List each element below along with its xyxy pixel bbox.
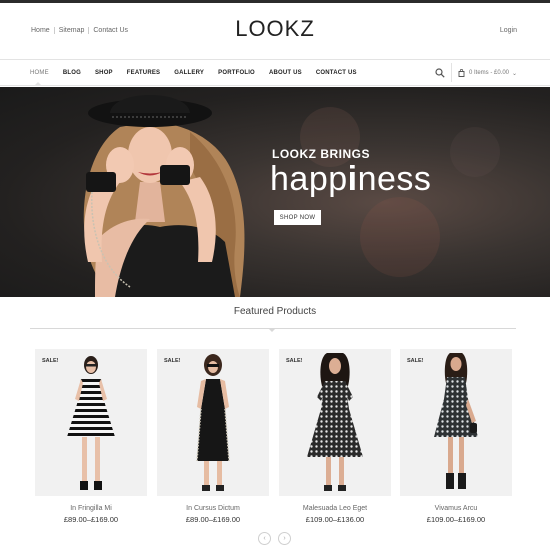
shopping-bag-icon <box>458 69 465 77</box>
main-nav: HOME BLOG SHOP FEATURES GALLERY PORTFOLI… <box>30 60 371 86</box>
product-card[interactable]: SALE! Malesuada Leo Eget £109.00–£136.00 <box>279 349 391 524</box>
sale-badge: SALE! <box>42 358 59 364</box>
carousel-next-button[interactable]: › <box>278 532 291 545</box>
site-logo[interactable]: LOOKZ <box>0 16 550 42</box>
product-card[interactable]: SALE! In Cursus Dictum £89.00–£169.00 <box>157 349 269 524</box>
nav-item-contact[interactable]: CONTACT US <box>316 70 357 76</box>
hero-subtitle: LOOKZ BRINGS <box>272 147 370 161</box>
chevron-right-icon: › <box>283 535 286 542</box>
product-photo-black-dress <box>196 354 230 491</box>
product-card[interactable]: SALE! Vivamus Arcu £109.00–£169.00 <box>400 349 512 524</box>
product-photo-floral-dress <box>434 353 478 489</box>
nav-item-features[interactable]: FEATURES <box>127 70 161 76</box>
product-photo-floral-dress <box>307 353 363 491</box>
hero-banner: LOOKZ BRINGS happiness SHOP NOW <box>0 87 550 297</box>
nav-item-shop[interactable]: SHOP <box>95 70 113 76</box>
product-price: £109.00–£169.00 <box>426 515 486 524</box>
carousel-prev-button[interactable]: ‹ <box>258 532 271 545</box>
nav-item-blog[interactable]: BLOG <box>63 70 81 76</box>
chevron-left-icon: ‹ <box>263 535 266 542</box>
product-name[interactable]: In Cursus Dictum <box>157 505 269 512</box>
product-image[interactable]: SALE! <box>400 349 512 496</box>
chevron-down-icon: ⌄ <box>512 70 518 77</box>
nav-item-about[interactable]: ABOUT US <box>269 70 302 76</box>
product-price: £89.00–£169.00 <box>185 515 241 524</box>
sale-badge: SALE! <box>407 358 424 364</box>
hero-title-part: i <box>347 160 358 198</box>
nav-separator <box>451 63 452 82</box>
featured-products-heading: Featured Products <box>233 306 317 317</box>
hero-model-image <box>83 95 245 297</box>
cart-label: 0 Items - £0.00 <box>469 70 510 76</box>
site-header: Home Sitemap Contact Us LOOKZ Login <box>0 3 550 59</box>
nav-item-home[interactable]: HOME <box>30 70 49 76</box>
shop-now-button[interactable]: SHOP NOW <box>274 210 321 225</box>
product-image[interactable]: SALE! <box>157 349 269 496</box>
bokeh-light <box>450 127 500 177</box>
product-image[interactable]: SALE! <box>35 349 147 496</box>
sale-badge: SALE! <box>164 358 181 364</box>
hero-title-part: ness <box>357 160 432 198</box>
login-link[interactable]: Login <box>500 27 517 34</box>
product-image[interactable]: SALE! <box>279 349 391 496</box>
product-price: £89.00–£169.00 <box>63 515 119 524</box>
hero-title-part: happ <box>270 160 348 198</box>
hero-title: happiness <box>270 160 431 199</box>
nav-item-portfolio[interactable]: PORTFOLIO <box>218 70 255 76</box>
divider-arrow <box>268 328 276 332</box>
bokeh-light <box>360 197 440 277</box>
search-icon[interactable] <box>435 68 445 78</box>
product-name[interactable]: Vivamus Arcu <box>400 505 512 512</box>
cart-summary[interactable]: 0 Items - £0.00 ⌄ <box>458 69 517 77</box>
product-name[interactable]: Malesuada Leo Eget <box>279 505 391 512</box>
product-price: £109.00–£136.00 <box>305 515 365 524</box>
product-photo-striped-dress <box>67 356 115 490</box>
product-card[interactable]: SALE! In Fringilla Mi £89.00–£169.00 <box>35 349 147 524</box>
active-nav-indicator <box>34 82 42 86</box>
nav-item-gallery[interactable]: GALLERY <box>174 70 204 76</box>
product-name[interactable]: In Fringilla Mi <box>35 505 147 512</box>
sale-badge: SALE! <box>286 358 303 364</box>
